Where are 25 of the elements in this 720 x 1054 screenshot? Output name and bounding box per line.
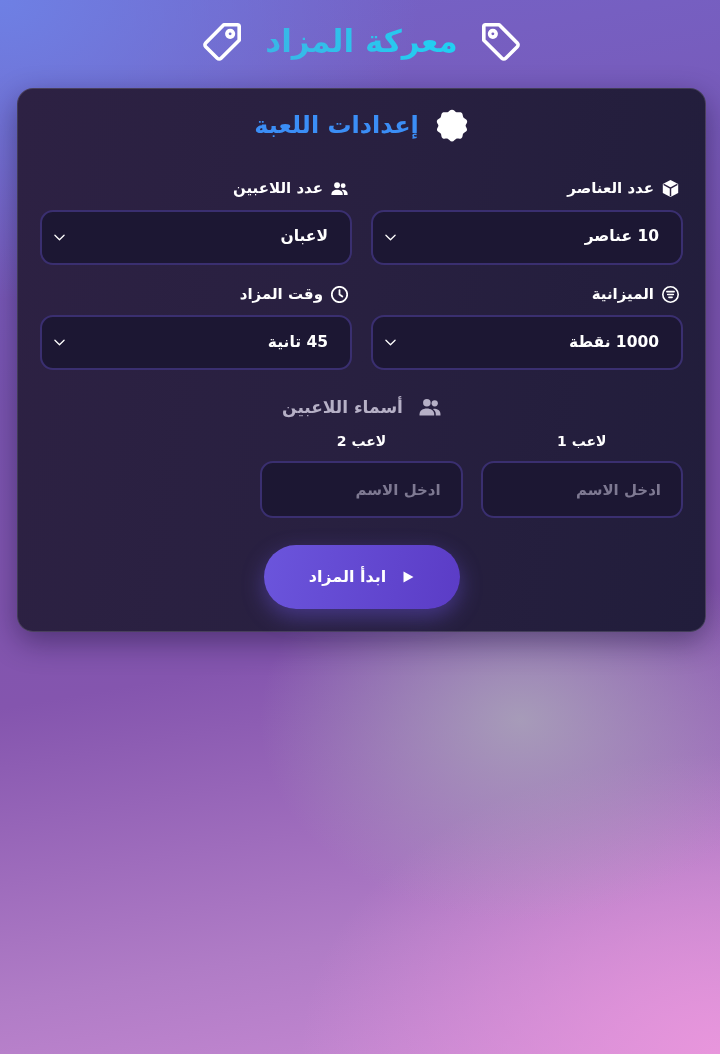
play-icon <box>402 571 415 584</box>
select-field[interactable]: 45 تانية <box>40 315 352 370</box>
field-label: عدد العناصر <box>567 179 654 199</box>
tag-icon <box>481 23 520 61</box>
name-input[interactable]: ادخل الاسم <box>480 461 683 519</box>
field-label: عدد اللاعبين <box>233 179 323 199</box>
field-label: الميزانية <box>591 284 654 304</box>
chevron-down-icon <box>385 337 396 348</box>
name-input[interactable]: ادخل الاسم <box>260 461 463 519</box>
players-title: أسماء اللاعبين <box>282 396 403 419</box>
people-icon <box>331 180 348 198</box>
field-label: وقت المزاد <box>239 284 323 304</box>
clock-icon <box>331 285 348 303</box>
chevron-down-icon <box>54 337 65 348</box>
start-button[interactable]: ابدأ المزاد <box>263 545 460 610</box>
player-label: لاعب 1 <box>556 432 608 451</box>
player-label: لاعب 2 <box>335 432 388 451</box>
tag-icon <box>203 23 242 61</box>
cube-icon <box>662 180 679 198</box>
select-field[interactable]: 1000 نقطة <box>371 315 683 370</box>
select-field[interactable]: لاعبان <box>40 209 352 265</box>
list-icon <box>662 285 679 303</box>
gear-icon <box>434 109 469 143</box>
settings-title: إعدادات اللعبة <box>254 110 419 142</box>
select-field[interactable]: 10 عناصر <box>371 209 683 265</box>
